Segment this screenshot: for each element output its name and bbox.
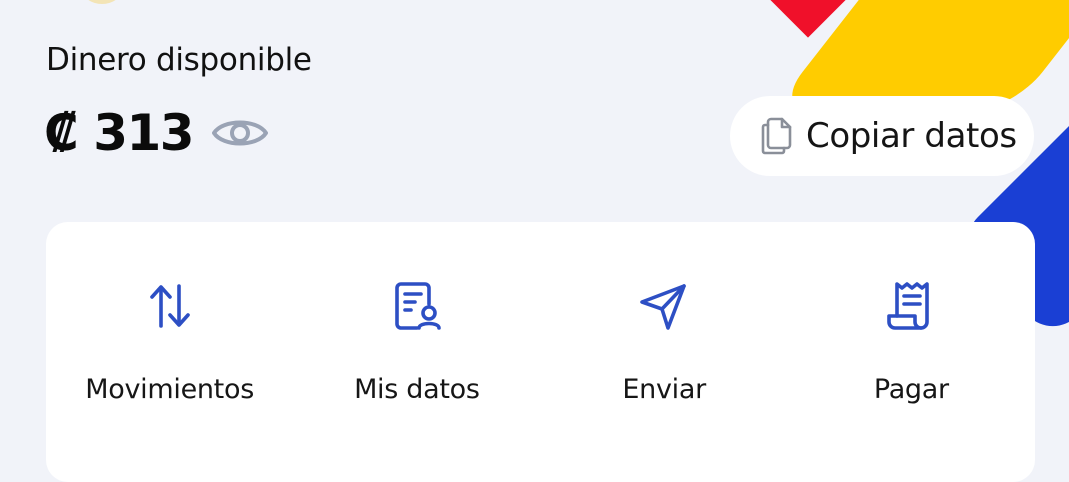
action-label: Mis datos	[354, 374, 480, 405]
avatar[interactable]	[82, 0, 122, 4]
balance-row: ₡ 313	[44, 104, 269, 162]
receipt-icon	[881, 276, 941, 336]
action-pagar[interactable]: Pagar	[788, 222, 1035, 482]
action-mis-datos[interactable]: Mis datos	[293, 222, 540, 482]
arrows-up-down-icon	[140, 276, 200, 336]
user-document-icon	[387, 276, 447, 336]
action-label: Enviar	[622, 374, 706, 405]
action-enviar[interactable]: Enviar	[541, 222, 788, 482]
action-label: Pagar	[873, 374, 949, 405]
eye-icon[interactable]	[211, 111, 269, 155]
balance-label: Dinero disponible	[46, 42, 312, 78]
action-movimientos[interactable]: Movimientos	[46, 222, 293, 482]
balance-amount: ₡ 313	[44, 104, 195, 162]
actions-card: Movimientos Mis datos Enviar Pagar	[46, 222, 1035, 482]
copy-data-label: Copiar datos	[806, 116, 1017, 156]
action-label: Movimientos	[85, 374, 254, 405]
copy-document-icon	[760, 113, 794, 160]
send-icon	[634, 276, 694, 336]
copy-data-button[interactable]: Copiar datos	[730, 96, 1034, 176]
